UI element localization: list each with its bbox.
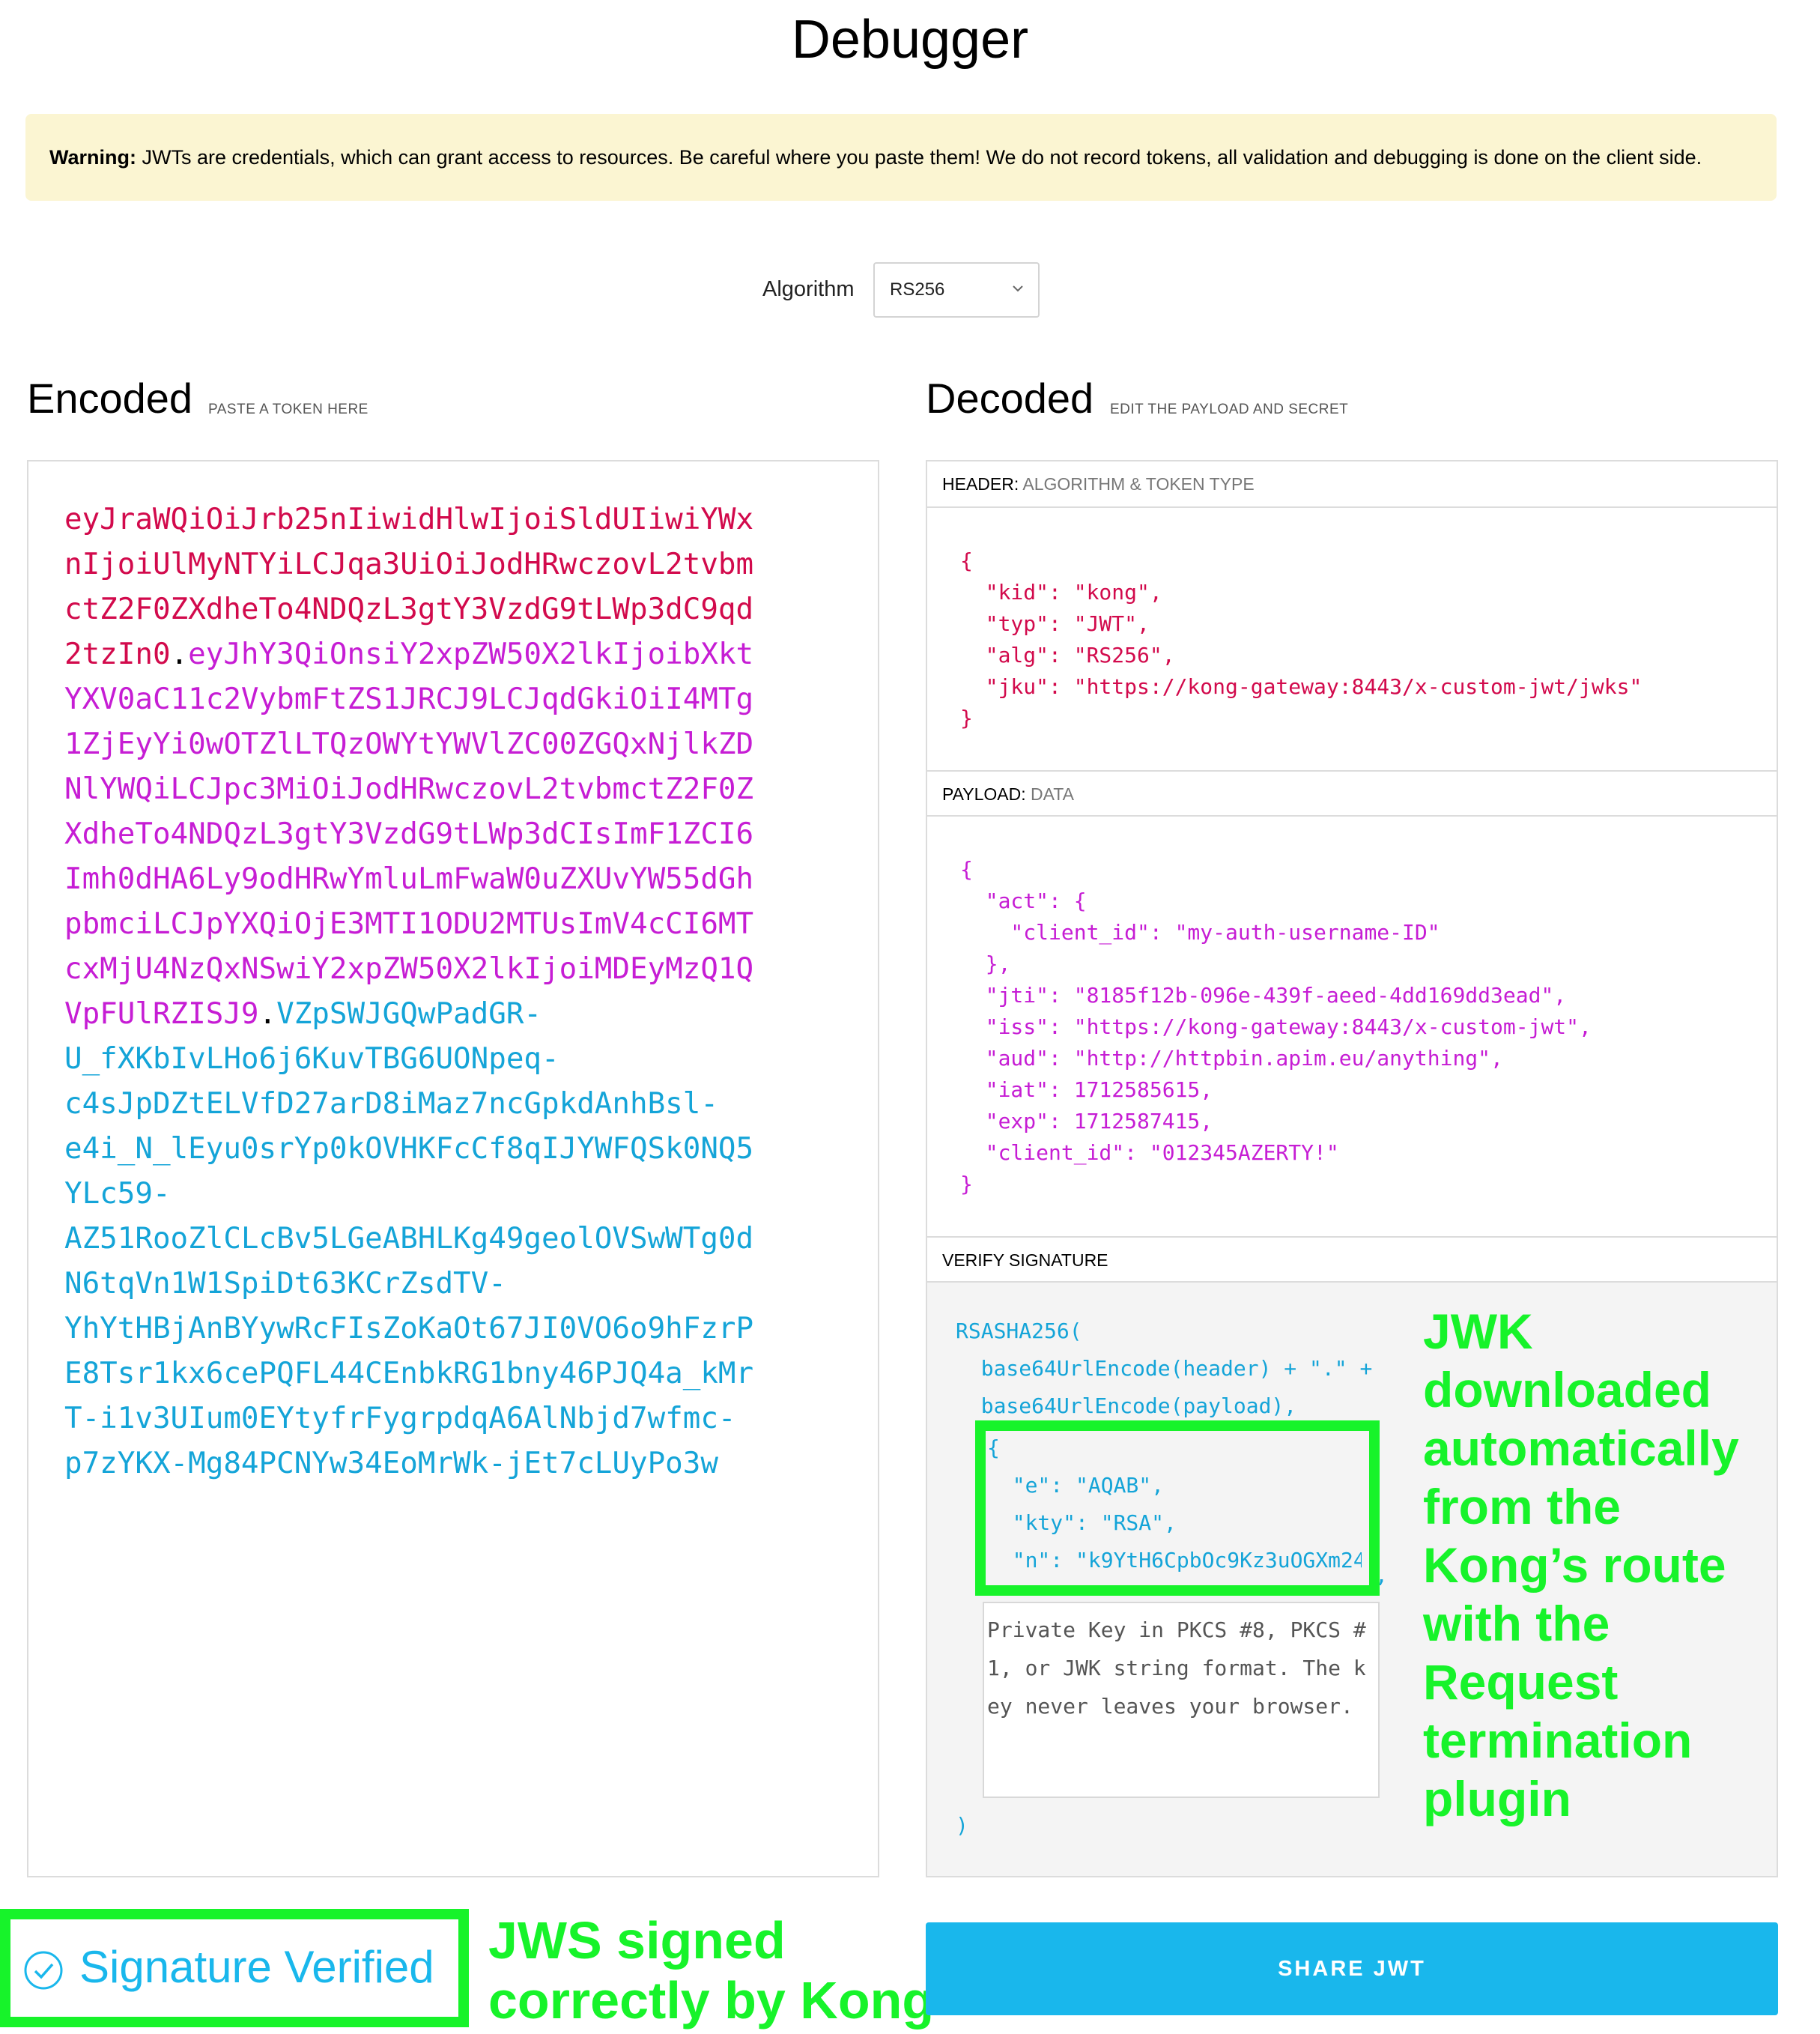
token-line: YLc59- (64, 1172, 843, 1217)
decoded-title: Decoded (926, 375, 1094, 422)
token-segment: e4i_N_lEyu0srYp0kOVHKFcCf8qIJYWFQSk0NQ5 (64, 1132, 754, 1166)
warning-label: Warning: (49, 146, 136, 169)
annotation-line: downloaded (1423, 1362, 1711, 1417)
token-line: YhYtHBjAnBYywRcFIsZoKaOt67JI0VO6o9hFzrP (64, 1307, 843, 1352)
token-segment: VpFUlRZISJ9 (64, 997, 259, 1031)
token-segment: 2tzIn0 (64, 638, 171, 671)
token-segment: AZ51RooZlCLcBv5LGeABHLKg49geolOVSwWTg0d (64, 1222, 754, 1256)
verify-section-label: VERIFY SIGNATURE (927, 1236, 1777, 1283)
encoded-subtitle: PASTE A TOKEN HERE (208, 402, 368, 417)
token-line: 1ZjEyYi0wOTZlLTQzOWYtYWVlZC00ZGQxNjlkZD (64, 722, 843, 767)
token-line: YXV0aC11c2VybmFtZS1JRCJ9LCJqdGkiOiI4MTg (64, 677, 843, 722)
annotation-line: JWK (1423, 1304, 1533, 1359)
verify-function: RSASHA256( (956, 1319, 1082, 1343)
payload-json-editor[interactable]: { "act": { "client_id": "my-auth-usernam… (960, 854, 1592, 1200)
token-segment: pbmciLCJpYXQiOjE3MTI1ODU2MTUsImV4cCI6MT (64, 907, 754, 941)
token-segment: E8Tsr1kx6cePQFL44CEnbkRG1bny46PJQ4a_kMr (64, 1357, 754, 1390)
signature-verified-status: Signature Verified (79, 1942, 434, 1992)
token-segment: Imh0dHA6Ly9odHRwYmluLmFwaW0uZXUvYW55dGh (64, 862, 754, 896)
annotation-line: JWS signed (488, 1911, 786, 1970)
warning-text: JWTs are credentials, which can grant ac… (136, 146, 1702, 169)
token-segment: NlYWQiLCJpc3MiOiJodHRwczovL2tvbmctZ2F0Z (64, 772, 754, 806)
check-circle-icon (24, 1951, 63, 1990)
token-segment: XdheTo4NDQzL3gtY3VzdG9tLWp3dCIsImF1ZCI6 (64, 817, 754, 851)
page-title: Debugger (791, 10, 1029, 70)
algorithm-label: Algorithm (762, 277, 855, 301)
token-line: 2tzIn0.eyJhY3QiOnsiY2xpZW50X2lkIjoibXkt (64, 632, 843, 677)
annotation-line: termination (1423, 1713, 1693, 1768)
token-segment: T-i1v3UIum0EYtyfrFygrpdqA6AlNbjd7wfmc- (64, 1402, 736, 1435)
encoded-title: Encoded (27, 375, 193, 422)
token-segment: nIjoiUlMyNTYiLCJqa3UiOiJodHRwczovL2tvbm (64, 548, 754, 581)
token-line: Imh0dHA6Ly9odHRwYmluLmFwaW0uZXUvYW55dGh (64, 857, 843, 902)
jwk-annotation: JWK downloaded automatically from the Kong’s… (1423, 1302, 1739, 1828)
payload-label: PAYLOAD: (942, 784, 1026, 804)
token-segment: . (258, 997, 277, 1031)
annotation-line: automatically (1423, 1420, 1739, 1476)
token-segment: 1ZjEyYi0wOTZlLTQzOWYtYWVlZC00ZGQxNjlkZD (64, 727, 754, 761)
token-line: NlYWQiLCJpc3MiOiJodHRwczovL2tvbmctZ2F0Z (64, 767, 843, 812)
annotation-line: correctly by Kong (488, 1971, 935, 2030)
token-segment: YhYtHBjAnBYywRcFIsZoKaOt67JI0VO6o9hFzrP (64, 1312, 754, 1346)
private-key-textarea[interactable]: Private Key in PKCS #8, PKCS #1, or JWK … (983, 1602, 1380, 1798)
header-json-editor[interactable]: { "kid": "kong", "typ": "JWT", "alg": "R… (960, 545, 1642, 734)
token-line: pbmciLCJpYXQiOjE3MTI1ODU2MTUsImV4cCI6MT (64, 902, 843, 947)
header-section-label: HEADER: ALGORITHM & TOKEN TYPE (927, 461, 1777, 508)
payload-section-label: PAYLOAD: DATA (927, 770, 1777, 817)
annotation-line: Kong’s route (1423, 1537, 1726, 1593)
token-segment: eyJraWQiOiJrb25nIiwidHlwIjoiSldUIiwiYWx (64, 503, 754, 536)
token-line: E8Tsr1kx6cePQFL44CEnbkRG1bny46PJQ4a_kMr (64, 1352, 843, 1396)
header-label: HEADER: (942, 474, 1019, 494)
annotation-line: plugin (1423, 1771, 1571, 1826)
token-segment: c4sJpDZtELVfD27arD8iMaz7ncGpkdAnhBsl- (64, 1087, 718, 1121)
warning-banner: Warning: JWTs are credentials, which can… (25, 114, 1777, 201)
jwk-highlight-box (975, 1420, 1380, 1596)
share-jwt-button[interactable]: SHARE JWT (926, 1922, 1778, 2015)
token-line: p7zYKX-Mg84PCNYw34EoMrWk-jEt7cLUyPo3w (64, 1441, 843, 1486)
token-segment: YLc59- (64, 1177, 171, 1211)
token-line: N6tqVn1W1SpiDt63KCrZsdTV- (64, 1262, 843, 1307)
verify-payload-line: base64UrlEncode(payload), (956, 1393, 1297, 1418)
token-segment: YXV0aC11c2VybmFtZS1JRCJ9LCJqdGkiOiI4MTg (64, 682, 754, 716)
annotation-line: from the (1423, 1479, 1621, 1534)
token-line: T-i1v3UIum0EYtyfrFygrpdqA6AlNbjd7wfmc- (64, 1396, 843, 1441)
token-segment: VZpSWJGQwPadGR- (276, 997, 542, 1031)
token-line: ctZ2F0ZXdheTo4NDQzL3gtY3VzdG9tLWp3dC9qd (64, 587, 843, 632)
decoded-subtitle: EDIT THE PAYLOAD AND SECRET (1110, 402, 1349, 417)
token-line: XdheTo4NDQzL3gtY3VzdG9tLWp3dCIsImF1ZCI6 (64, 812, 843, 857)
token-segment: U_fXKbIvLHo6j6KuvTBG6UONpeq- (64, 1042, 559, 1076)
token-line: U_fXKbIvLHo6j6KuvTBG6UONpeq- (64, 1037, 843, 1082)
encoded-token-text[interactable]: eyJraWQiOiJrb25nIiwidHlwIjoiSldUIiwiYWx n… (64, 497, 843, 1486)
payload-sublabel: DATA (1031, 784, 1074, 804)
token-line: cxMjU4NzQxNSwiY2xpZW50X2lkIjoiMDEyMzQ1Q (64, 947, 843, 992)
token-line: eyJraWQiOiJrb25nIiwidHlwIjoiSldUIiwiYWx (64, 497, 843, 542)
verify-header-line: base64UrlEncode(header) + "." + (956, 1356, 1373, 1381)
token-segment: N6tqVn1W1SpiDt63KCrZsdTV- (64, 1267, 506, 1301)
token-line: VpFUlRZISJ9.VZpSWJGQwPadGR- (64, 992, 843, 1037)
token-line: e4i_N_lEyu0srYp0kOVHKFcCf8qIJYWFQSk0NQ5 (64, 1127, 843, 1172)
annotation-line: Request (1423, 1654, 1619, 1710)
token-segment: eyJhY3QiOnsiY2xpZW50X2lkIjoibXkt (188, 638, 754, 671)
token-line: AZ51RooZlCLcBv5LGeABHLKg49geolOVSwWTg0d (64, 1217, 843, 1262)
annotation-line: with the (1423, 1596, 1610, 1651)
verify-close-paren: ) (956, 1813, 968, 1838)
token-segment: ctZ2F0ZXdheTo4NDQzL3gtY3VzdG9tLWp3dC9qd (64, 593, 754, 626)
token-segment: . (170, 638, 189, 671)
algorithm-select[interactable]: RS256 (873, 262, 1040, 318)
token-line: nIjoiUlMyNTYiLCJqa3UiOiJodHRwczovL2tvbm (64, 542, 843, 587)
chevron-down-icon (1013, 285, 1023, 292)
header-sublabel: ALGORITHM & TOKEN TYPE (1022, 474, 1255, 494)
token-segment: cxMjU4NzQxNSwiY2xpZW50X2lkIjoiMDEyMzQ1Q (64, 952, 754, 986)
token-segment: p7zYKX-Mg84PCNYw34EoMrWk-jEt7cLUyPo3w (64, 1447, 718, 1480)
algorithm-value: RS256 (890, 279, 945, 300)
jws-annotation: JWS signed correctly by Kong (488, 1910, 934, 2030)
token-line: c4sJpDZtELVfD27arD8iMaz7ncGpkdAnhBsl- (64, 1082, 843, 1127)
